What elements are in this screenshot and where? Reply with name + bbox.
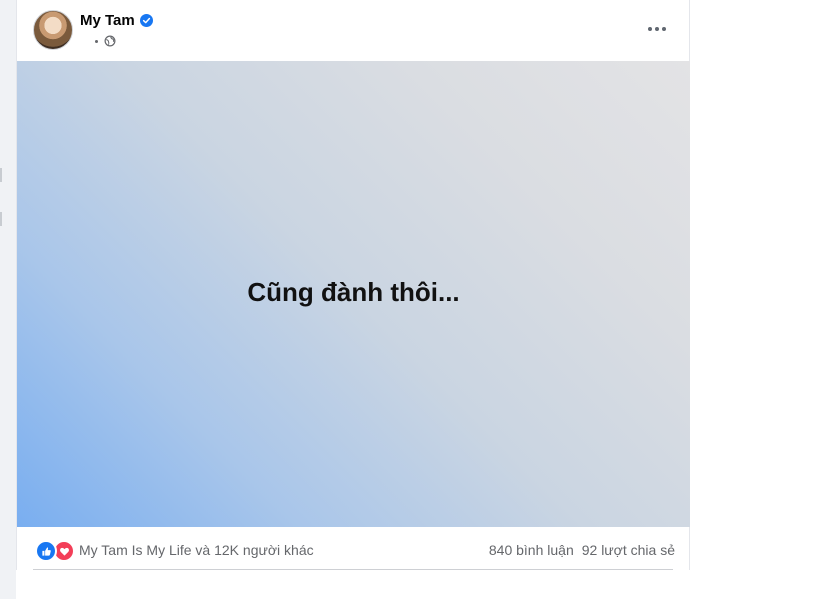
status-background[interactable]: Cũng đành thôi... <box>17 61 690 527</box>
footer-divider <box>33 569 673 570</box>
more-dot <box>662 27 666 31</box>
like-icon <box>35 540 57 562</box>
more-dot <box>655 27 659 31</box>
more-options-icon[interactable] <box>639 16 675 42</box>
avatar[interactable] <box>33 10 73 50</box>
meta-separator <box>95 39 98 43</box>
reaction-summary[interactable]: My Tam Is My Life và 12K người khác <box>79 542 314 558</box>
globe-icon[interactable] <box>104 35 116 47</box>
left-page-edge <box>0 0 16 599</box>
post-footer: My Tam Is My Life và 12K người khác 840 … <box>17 527 689 570</box>
author-name[interactable]: My Tam <box>80 12 135 29</box>
edge-marker <box>0 168 2 182</box>
more-dot <box>648 27 652 31</box>
comments-count[interactable]: 840 bình luận <box>489 542 574 558</box>
verified-badge-icon <box>139 14 153 27</box>
edge-marker <box>0 212 2 226</box>
shares-count[interactable]: 92 lượt chia sẻ <box>582 542 675 558</box>
post-header: My Tam <box>17 0 689 61</box>
post-meta <box>95 34 116 48</box>
author-name-row: My Tam <box>80 12 153 29</box>
reaction-icons[interactable] <box>35 540 75 562</box>
engagement-counts: 840 bình luận 92 lượt chia sẻ <box>489 542 675 558</box>
post-card: My Tam Cũng đành thôi... My Tam Is My Li… <box>16 0 690 570</box>
status-text: Cũng đành thôi... <box>247 276 460 307</box>
